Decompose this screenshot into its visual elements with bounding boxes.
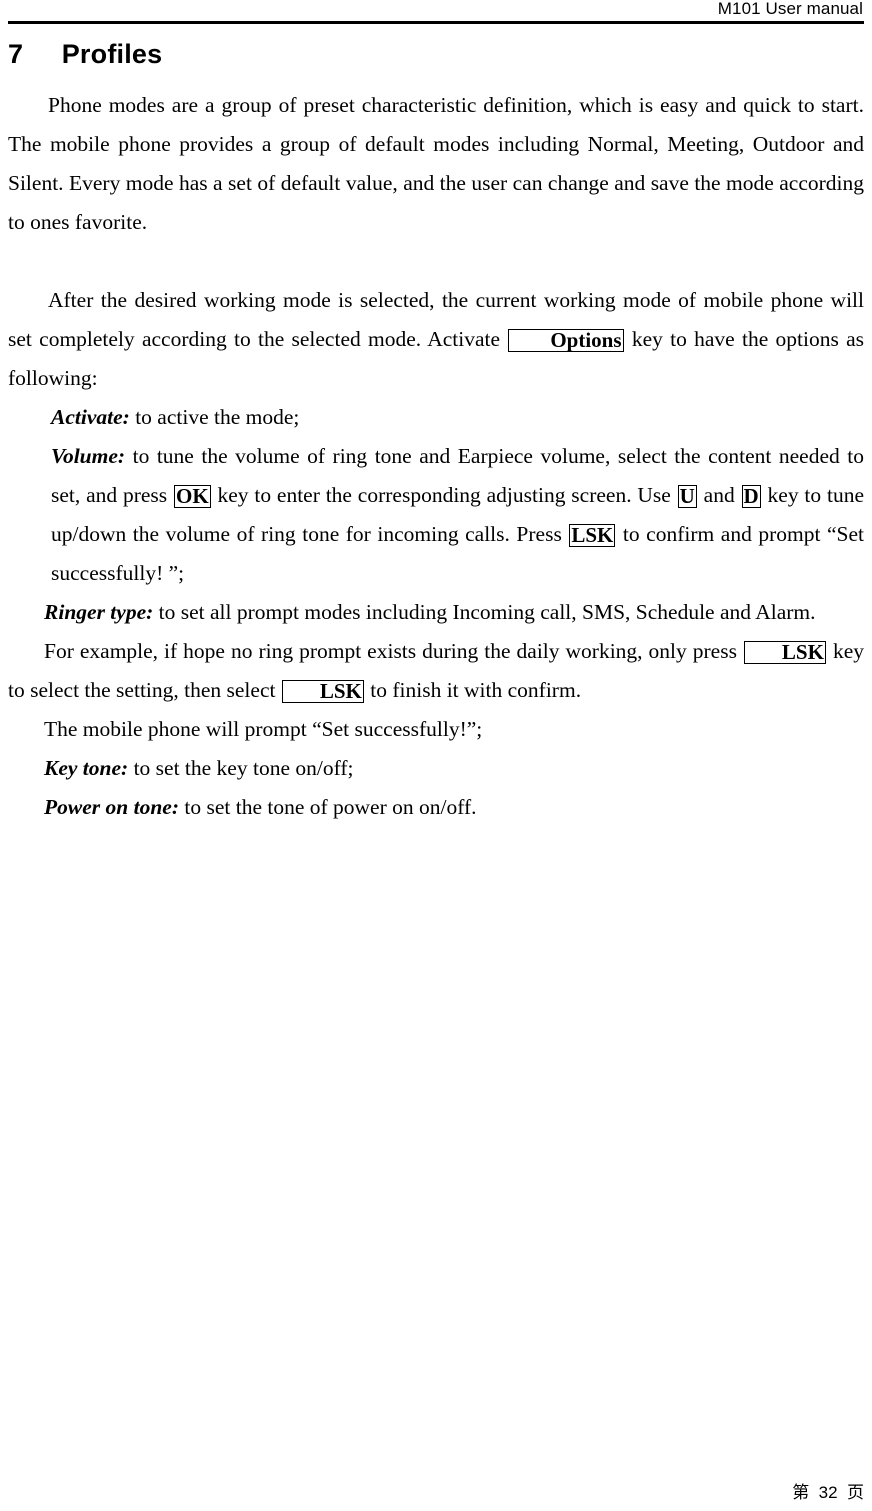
key-d: D [741, 484, 761, 509]
paragraph-options: After the desired working mode is select… [8, 281, 864, 398]
paragraph-example-text-1: For example, if hope no ring prompt exis… [44, 639, 743, 663]
page-header: M101 User manual [8, 0, 864, 20]
page-title: 7 Profiles [8, 39, 163, 69]
header-divider [8, 21, 864, 24]
key-u: U [677, 484, 697, 509]
option-power-on-tone: Power on tone: to set the tone of power … [8, 788, 864, 827]
option-volume-text-3: and [697, 483, 741, 507]
header-title: M101 User manual [717, 0, 863, 18]
key-lsk-volume: LSK [569, 523, 616, 548]
key-lsk-select: LSK [743, 641, 826, 665]
paragraph-intro: Phone modes are a group of preset charac… [8, 93, 864, 234]
option-ringer-type: Ringer type: to set all prompt modes inc… [8, 593, 864, 632]
key-ok: OK [173, 484, 211, 509]
option-key-tone-text: to set the key tone on/off; [128, 756, 354, 780]
option-ringer-type-term: Ringer type: [44, 600, 154, 624]
option-key-tone-term: Key tone: [44, 756, 129, 780]
option-volume-text-2: key to enter the corresponding adjusting… [211, 483, 677, 507]
option-activate: Activate: to active the mode; [8, 398, 864, 437]
option-volume-term: Volume: [51, 444, 126, 468]
key-lsk-confirm: LSK [281, 680, 364, 704]
footer-page-number: 第 32 页 [792, 1483, 864, 1502]
paragraph-prompt: The mobile phone will prompt “Set succes… [44, 717, 483, 741]
paragraph-example: For example, if hope no ring prompt exis… [8, 632, 864, 710]
document-body: Phone modes are a group of preset charac… [8, 86, 864, 827]
option-power-on-tone-term: Power on tone: [44, 795, 179, 819]
document-page: M101 User manual 7 Profiles Phone modes … [0, 0, 872, 1511]
key-options: Options [508, 329, 624, 353]
paragraph-example-text-3: to finish it with confirm. [364, 678, 582, 702]
option-activate-term: Activate: [51, 405, 130, 429]
option-key-tone: Key tone: to set the key tone on/off; [8, 749, 864, 788]
option-volume: Volume: to tune the volume of ring tone … [8, 437, 864, 593]
option-power-on-tone-text: to set the tone of power on on/off. [178, 795, 477, 819]
option-activate-text: to active the mode; [129, 405, 300, 429]
option-ringer-type-text: to set all prompt modes including Incomi… [153, 600, 816, 624]
